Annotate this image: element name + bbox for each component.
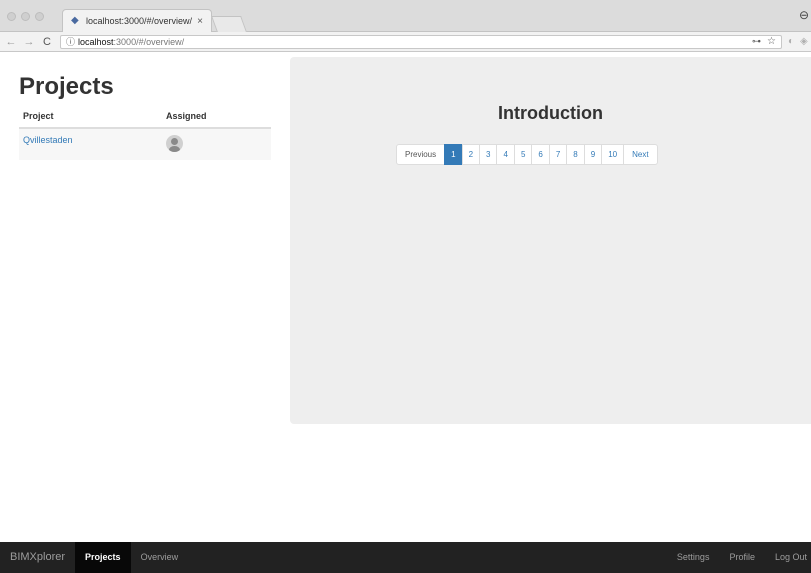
browser-toolbar: ← → C ⓘ localhost :3000/#/overview/ ⊶ ☆ … (0, 32, 811, 52)
info-icon[interactable]: ⓘ (66, 35, 75, 48)
pagination-page-2[interactable]: 2 (461, 144, 481, 165)
window-zoom-dot[interactable] (35, 12, 44, 21)
nav-item-projects[interactable]: Projects (75, 542, 131, 573)
pagination-page-7[interactable]: 7 (548, 144, 568, 165)
tab-close-icon[interactable]: × (197, 16, 203, 27)
back-arrow-icon[interactable]: ← (4, 36, 18, 48)
table-row: Qvillestaden (19, 128, 271, 160)
url-path: :3000/#/overview/ (113, 36, 185, 47)
nav-item-logout[interactable]: Log Out (765, 542, 811, 573)
projects-table: Project Assigned Qvillestaden (19, 105, 271, 160)
reload-icon[interactable]: C (40, 36, 54, 48)
introduction-panel: Introduction Previous 1 2 3 4 5 6 7 8 9 … (290, 57, 811, 424)
nav-item-profile[interactable]: Profile (719, 542, 765, 573)
browser-tab-bar: ◆ localhost:3000/#/overview/ × ⊖ (0, 0, 811, 32)
new-tab-button[interactable] (211, 16, 247, 32)
table-header-row: Project Assigned (19, 105, 271, 129)
page-title: Projects (19, 73, 114, 100)
avatar-icon (166, 135, 183, 152)
tab-title: localhost:3000/#/overview/ (86, 16, 193, 26)
pagination-page-8[interactable]: 8 (566, 144, 585, 165)
shield-icon[interactable]: ◈ (800, 36, 808, 47)
pagination-page-4[interactable]: 4 (496, 144, 515, 165)
browser-tab[interactable]: ◆ localhost:3000/#/overview/ × (62, 9, 212, 32)
pagination-page-5[interactable]: 5 (513, 144, 533, 165)
extension-icon[interactable]: ◐ (788, 36, 794, 47)
pagination-page-1[interactable]: 1 (444, 144, 463, 165)
profile-icon[interactable]: ⊖ (799, 8, 809, 22)
section-title: Introduction (498, 103, 603, 123)
page-content: Projects Project Assigned Qvillestaden I… (0, 53, 811, 542)
pagination-page-6[interactable]: 6 (531, 144, 550, 165)
column-header-project: Project (19, 105, 162, 129)
favicon-icon: ◆ (71, 15, 79, 26)
project-link[interactable]: Qvillestaden (23, 135, 73, 145)
pagination-page-3[interactable]: 3 (479, 144, 498, 165)
nav-item-settings[interactable]: Settings (667, 542, 720, 573)
pagination: Previous 1 2 3 4 5 6 7 8 9 10 Next (396, 144, 658, 165)
pagination-previous[interactable]: Previous (396, 144, 446, 165)
pagination-page-10[interactable]: 10 (601, 144, 625, 165)
bookmark-star-icon[interactable]: ☆ (767, 36, 776, 47)
window-close-dot[interactable] (7, 12, 16, 21)
window-minimize-dot[interactable] (21, 12, 30, 21)
brand-logo[interactable]: BIMXplorer (0, 542, 75, 573)
key-icon[interactable]: ⊶ (752, 36, 761, 47)
url-host: localhost (78, 36, 114, 47)
address-bar[interactable]: ⓘ localhost :3000/#/overview/ ⊶ ☆ (60, 34, 782, 49)
forward-arrow-icon[interactable]: → (22, 36, 36, 48)
column-header-assigned: Assigned (162, 105, 271, 129)
pagination-next[interactable]: Next (623, 144, 658, 165)
nav-item-overview[interactable]: Overview (131, 542, 189, 573)
projects-sidebar: Projects Project Assigned Qvillestaden (19, 53, 271, 160)
app-navbar: BIMXplorer Projects Overview Settings Pr… (0, 542, 811, 573)
pagination-page-9[interactable]: 9 (583, 144, 603, 165)
